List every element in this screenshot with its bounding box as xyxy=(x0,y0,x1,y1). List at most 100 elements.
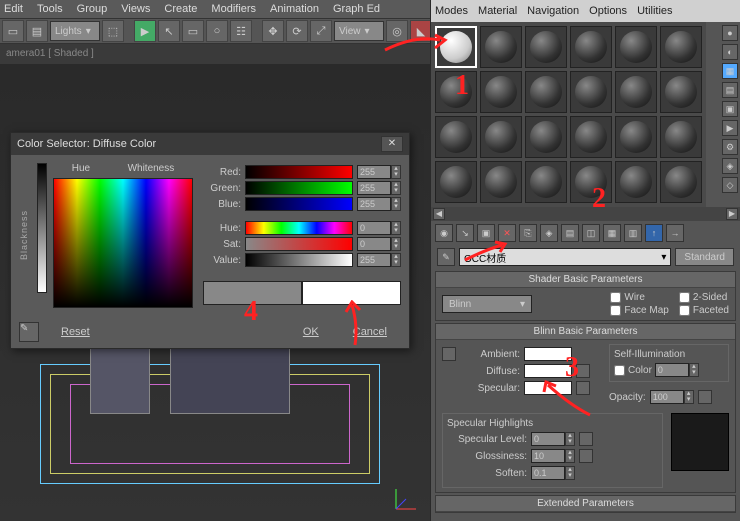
go-forward-icon[interactable]: → xyxy=(666,224,684,242)
get-material-icon[interactable]: ◉ xyxy=(435,224,453,242)
eyedropper-icon[interactable]: ✎ xyxy=(19,322,39,342)
cursor-icon[interactable]: ↖ xyxy=(158,20,180,42)
scroll-left-icon[interactable]: ◀ xyxy=(433,208,445,220)
filter-icon[interactable]: ☷ xyxy=(230,20,252,42)
gloss-map-button[interactable] xyxy=(579,449,593,463)
red-spinner[interactable]: ▴▾ xyxy=(391,165,401,179)
me-menu-navigation[interactable]: Navigation xyxy=(527,5,579,17)
background-icon[interactable]: ▦ xyxy=(722,63,738,79)
hue-spinner[interactable]: ▴▾ xyxy=(391,221,401,235)
blackness-slider[interactable] xyxy=(37,163,47,293)
scale-icon[interactable]: ⤢ xyxy=(310,20,332,42)
value-slider[interactable] xyxy=(245,253,353,267)
red-slider[interactable] xyxy=(245,165,353,179)
show-end-icon[interactable]: ▥ xyxy=(624,224,642,242)
wire-checkbox[interactable]: Wire xyxy=(610,292,668,303)
sat-value[interactable]: 0 xyxy=(357,237,391,251)
value-spinner[interactable]: ▴▾ xyxy=(391,253,401,267)
select-by-material-icon[interactable]: ◈ xyxy=(722,158,738,174)
material-slot-15[interactable] xyxy=(525,116,567,158)
selfillum-color-checkbox[interactable]: Color 0▴▾ xyxy=(614,363,724,377)
go-parent-icon[interactable]: ↑ xyxy=(645,224,663,242)
material-slot-21[interactable] xyxy=(525,161,567,203)
material-slot-6[interactable] xyxy=(660,26,702,68)
diffuse-map-button[interactable] xyxy=(576,364,590,378)
show-map-icon[interactable]: ▦ xyxy=(603,224,621,242)
material-map-nav-icon[interactable]: ◇ xyxy=(722,177,738,193)
me-menu-material[interactable]: Material xyxy=(478,5,517,17)
select-icon[interactable]: ▶ xyxy=(134,20,156,42)
soften-spinner[interactable]: ▴▾ xyxy=(565,466,575,480)
hue-whiteness-picker[interactable] xyxy=(53,178,193,308)
material-slot-23[interactable] xyxy=(615,161,657,203)
2sided-checkbox[interactable]: 2-Sided xyxy=(679,292,729,303)
material-slot-1[interactable] xyxy=(435,26,477,68)
rotate-icon[interactable]: ⟳ xyxy=(286,20,308,42)
put-to-scene-icon[interactable]: ↘ xyxy=(456,224,474,242)
gloss-value[interactable]: 10 xyxy=(531,449,565,463)
material-slot-3[interactable] xyxy=(525,26,567,68)
slots-hscrollbar[interactable]: ◀ ▶ xyxy=(431,207,740,221)
pivot-icon[interactable]: ◎ xyxy=(386,20,408,42)
ambient-swatch[interactable] xyxy=(524,347,572,361)
material-slot-16[interactable] xyxy=(570,116,612,158)
make-preview-icon[interactable]: ▶ xyxy=(722,120,738,136)
bookmark-icon[interactable]: ◣ xyxy=(410,20,432,42)
specular-map-button[interactable] xyxy=(576,381,590,395)
blinn-rollout-header[interactable]: Blinn Basic Parameters xyxy=(436,324,735,340)
material-slot-20[interactable] xyxy=(480,161,522,203)
lasso-icon[interactable]: ○ xyxy=(206,20,228,42)
menu-edit[interactable]: Edit xyxy=(4,3,23,15)
soften-value[interactable]: 0.1 xyxy=(531,466,565,480)
material-slot-9[interactable] xyxy=(525,71,567,113)
scroll-right-icon[interactable]: ▶ xyxy=(726,208,738,220)
material-slot-8[interactable] xyxy=(480,71,522,113)
menu-animation[interactable]: Animation xyxy=(270,3,319,15)
material-slot-12[interactable] xyxy=(660,71,702,113)
reset-button[interactable]: Reset xyxy=(47,324,104,340)
material-slot-5[interactable] xyxy=(615,26,657,68)
assign-icon[interactable]: ▣ xyxy=(477,224,495,242)
menu-tools[interactable]: Tools xyxy=(37,3,63,15)
opacity-value[interactable]: 100 xyxy=(650,390,684,404)
make-unique-icon[interactable]: ◈ xyxy=(540,224,558,242)
green-value[interactable]: 255 xyxy=(357,181,391,195)
move-icon[interactable]: ✥ xyxy=(262,20,284,42)
green-spinner[interactable]: ▴▾ xyxy=(391,181,401,195)
spec-level-map-button[interactable] xyxy=(579,432,593,446)
material-slot-13[interactable] xyxy=(435,116,477,158)
extended-rollout-header[interactable]: Extended Parameters xyxy=(436,496,735,512)
green-slider[interactable] xyxy=(245,181,353,195)
material-slot-14[interactable] xyxy=(480,116,522,158)
material-slot-10[interactable] xyxy=(570,71,612,113)
spec-level-value[interactable]: 0 xyxy=(531,432,565,446)
menu-modifiers[interactable]: Modifiers xyxy=(211,3,256,15)
shader-type-dropdown[interactable]: Blinn xyxy=(442,295,532,313)
material-slot-2[interactable] xyxy=(480,26,522,68)
material-slot-24[interactable] xyxy=(660,161,702,203)
hue-value[interactable]: 0 xyxy=(357,221,391,235)
options-icon[interactable]: ⚙ xyxy=(722,139,738,155)
me-menu-modes[interactable]: Modes xyxy=(435,5,468,17)
tool-icon[interactable]: ⬚ xyxy=(102,20,124,42)
selfillum-spinner[interactable]: ▴▾ xyxy=(689,363,699,377)
diffuse-swatch[interactable] xyxy=(524,364,572,378)
menu-graph[interactable]: Graph Ed xyxy=(333,3,380,15)
lights-dropdown[interactable]: Lights xyxy=(50,21,100,41)
sample-uv-icon[interactable]: ▤ xyxy=(722,82,738,98)
blue-value[interactable]: 255 xyxy=(357,197,391,211)
new-icon[interactable]: ▭ xyxy=(2,20,24,42)
material-slot-22[interactable] xyxy=(570,161,612,203)
me-menu-utilities[interactable]: Utilities xyxy=(637,5,672,17)
blue-spinner[interactable]: ▴▾ xyxy=(391,197,401,211)
selfillum-value[interactable]: 0 xyxy=(655,363,689,377)
gloss-spinner[interactable]: ▴▾ xyxy=(565,449,575,463)
red-value[interactable]: 255 xyxy=(357,165,391,179)
put-to-library-icon[interactable]: ▤ xyxy=(561,224,579,242)
sample-type-icon[interactable]: ● xyxy=(722,25,738,41)
opacity-map-button[interactable] xyxy=(698,390,712,404)
make-copy-icon[interactable]: ⎘ xyxy=(519,224,537,242)
ambient-lock-icon[interactable] xyxy=(442,347,456,361)
material-id-icon[interactable]: ◫ xyxy=(582,224,600,242)
material-slot-7[interactable] xyxy=(435,71,477,113)
